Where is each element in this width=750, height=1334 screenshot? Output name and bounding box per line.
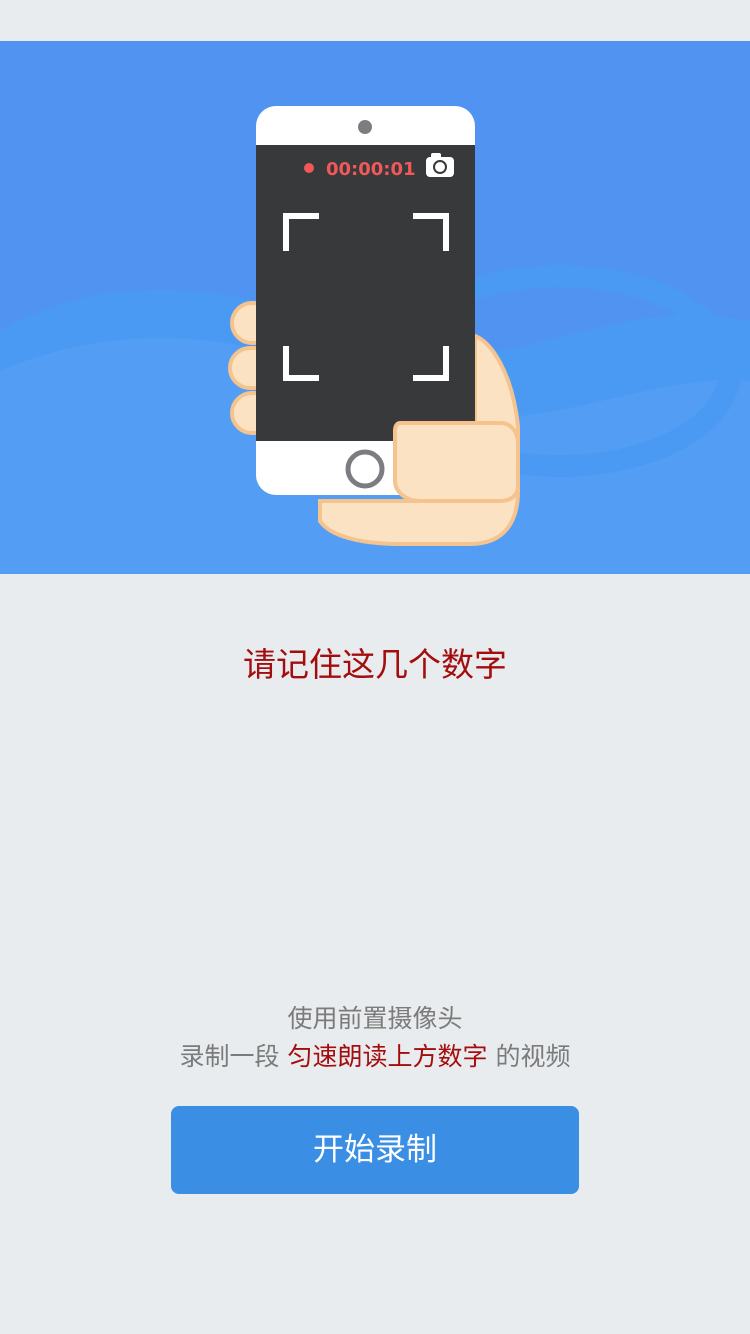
instruction-text: 使用前置摄像头 录制一段 匀速朗读上方数字 的视频 xyxy=(0,1000,750,1076)
thumb xyxy=(393,421,520,503)
page-title: 请记住这几个数字 xyxy=(243,645,507,684)
instruction-suffix: 的视频 xyxy=(487,1042,571,1071)
instruction-prefix: 录制一段 xyxy=(179,1042,288,1071)
start-recording-button[interactable]: 开始录制 xyxy=(171,1106,579,1194)
record-timer: 00:00:01 xyxy=(326,159,416,180)
phone-recording-illustration: 00:00:01 xyxy=(0,106,750,574)
phone-screen xyxy=(256,145,475,441)
instruction-line-2: 录制一段 匀速朗读上方数字 的视频 xyxy=(0,1038,750,1076)
front-camera xyxy=(358,120,372,134)
instruction-highlight: 匀速朗读上方数字 xyxy=(287,1042,488,1071)
record-dot xyxy=(304,163,314,173)
instruction-line-1: 使用前置摄像头 xyxy=(287,1004,463,1033)
hero-illustration: 00:00:01 xyxy=(0,41,750,574)
